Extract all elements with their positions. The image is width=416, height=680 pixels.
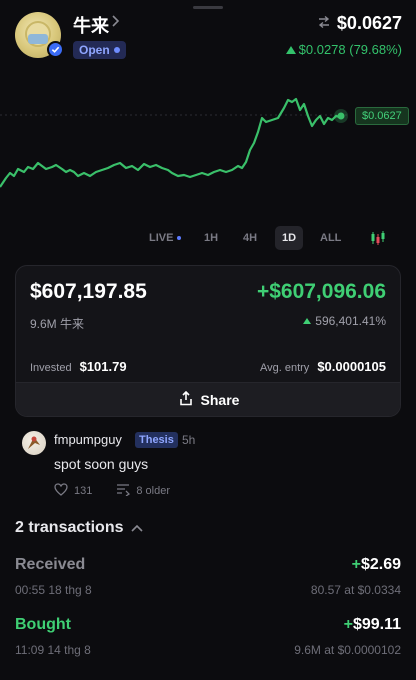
older-replies-link[interactable]: 8 older	[136, 485, 170, 497]
token-header: 牛来 Open $0.0627 $0.0278 (79.68%)	[0, 0, 416, 70]
invested-label: Invested	[30, 362, 72, 374]
heart-icon[interactable]	[54, 483, 68, 499]
transaction-row[interactable]: Received +$2.69 00:55 18 thg 8 80.57 at …	[15, 556, 401, 604]
older-replies-icon[interactable]	[116, 483, 131, 499]
transaction-amount: +$99.11	[343, 616, 401, 633]
token-price: $0.0627	[336, 13, 402, 33]
transaction-detail: 9.6M at $0.0000102	[294, 643, 401, 657]
tab-live[interactable]: LIVE	[142, 226, 188, 250]
token-name[interactable]: 牛来	[73, 12, 109, 38]
comment-actions: 131 8 older	[54, 483, 170, 499]
status-badge: Open	[73, 41, 126, 59]
verified-check-icon	[47, 41, 64, 58]
chevron-up-icon[interactable]	[131, 519, 144, 537]
current-price-tag: $0.0627	[355, 107, 409, 125]
status-label: Open	[79, 43, 110, 57]
pnl-percent: 596,401.41%	[303, 314, 386, 328]
commenter-username[interactable]: fmpumpguy	[54, 432, 122, 447]
tab-live-label: LIVE	[149, 232, 174, 244]
commenter-avatar[interactable]	[22, 431, 46, 455]
transaction-date: 11:09 14 thg 8	[15, 643, 91, 657]
status-dot-icon	[113, 47, 120, 53]
tab-1h[interactable]: 1H	[197, 226, 225, 250]
share-icon	[179, 390, 193, 409]
position-value: $607,197.85	[30, 280, 147, 303]
current-price-dot	[337, 112, 345, 120]
tab-1d[interactable]: 1D	[275, 226, 304, 250]
transaction-type: Bought	[15, 616, 71, 633]
like-count: 131	[74, 485, 93, 497]
candlestick-chart-icon[interactable]	[370, 230, 386, 251]
position-pnl: +$607,096.06	[256, 280, 386, 303]
transaction-row[interactable]: Bought +$99.11 11:09 14 thg 8 9.6M at $0…	[15, 616, 401, 664]
holding-amount: 9.6M 牛来	[30, 317, 85, 331]
avg-entry-label: Avg. entry	[259, 362, 310, 374]
price-chart[interactable]	[0, 80, 416, 210]
invested-row: Invested $101.79	[30, 359, 127, 374]
transaction-type: Received	[15, 556, 86, 573]
thesis-badge: Thesis	[135, 432, 178, 448]
chevron-right-icon[interactable]	[111, 14, 121, 33]
price-change: $0.0278 (79.68%)	[285, 42, 402, 57]
avg-entry-row: Avg. entry $0.0000105	[260, 359, 386, 374]
comment-time: 5h	[182, 433, 196, 447]
swap-currency-icon[interactable]	[317, 15, 331, 34]
up-triangle-icon	[303, 318, 312, 324]
transactions-title: 2 transactions	[15, 519, 124, 536]
comment-text: spot soon guys	[54, 456, 149, 472]
live-dot-icon	[177, 236, 182, 240]
tab-all[interactable]: ALL	[313, 226, 348, 250]
transaction-detail: 80.57 at $0.0334	[310, 583, 401, 597]
up-triangle-icon	[285, 45, 296, 54]
transaction-amount: +$2.69	[351, 556, 401, 573]
transactions-header[interactable]: 2 transactions	[15, 519, 144, 537]
tab-4h[interactable]: 4H	[236, 226, 264, 250]
transaction-date: 00:55 18 thg 8	[15, 583, 92, 597]
invested-value: $101.79	[79, 359, 127, 374]
position-card: $607,197.85 +$607,096.06 9.6M 牛来 596,401…	[15, 265, 401, 417]
share-button[interactable]: Share	[16, 382, 400, 416]
transaction-amount-value: $99.11	[352, 616, 401, 633]
pnl-percent-value: 596,401.41%	[315, 314, 386, 328]
price-line	[0, 97, 341, 188]
timeframe-selector: LIVE 1H 4H 1D ALL	[0, 226, 416, 250]
transaction-amount-value: $2.69	[360, 556, 401, 573]
share-label: Share	[200, 391, 240, 408]
avg-entry-value: $0.0000105	[317, 359, 386, 374]
price-change-value: $0.0278 (79.68%)	[298, 42, 402, 57]
